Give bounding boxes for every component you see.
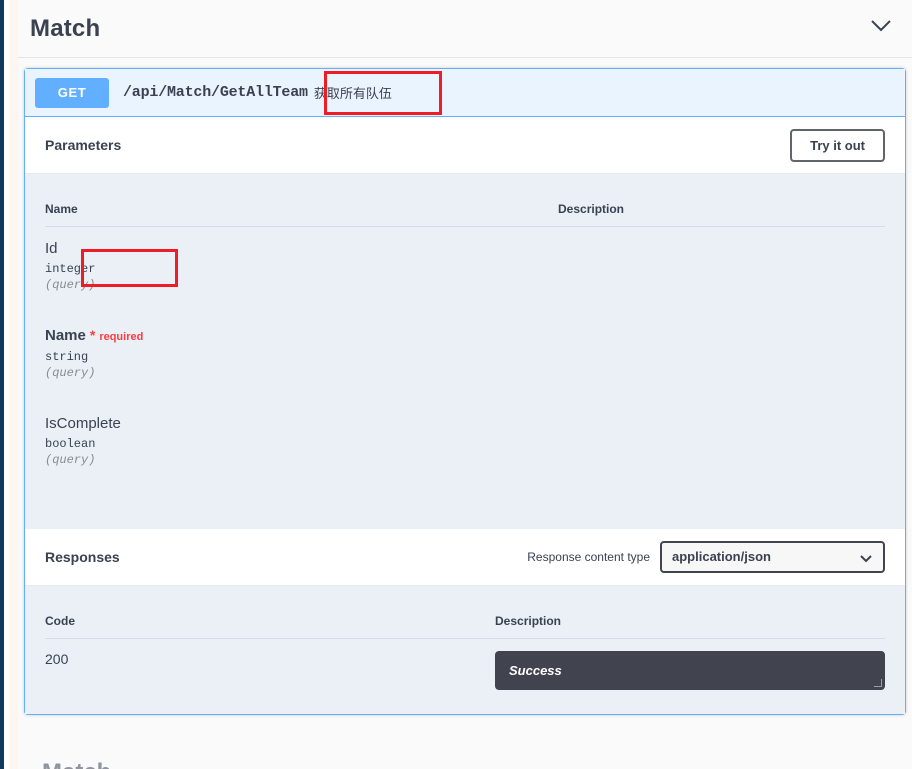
operation-block-get-getallteam: GET /api/Match/GetAllTeam 获取所有队伍 Paramet… [24,68,906,715]
table-row: IsComplete boolean (query) [45,402,885,467]
chevron-down-icon [870,19,892,38]
responses-column-code: Code [45,585,495,639]
parameter-name-cell-id: Id integer (query) [45,227,558,293]
parameter-location-name: (query) [45,365,96,380]
tag-collapse-button[interactable] [866,14,896,44]
parameters-column-name: Name [45,174,558,227]
operation-summary-text: 获取所有队伍 [313,86,392,101]
parameters-table-header-row: Name Description [45,174,885,227]
http-method-badge[interactable]: GET [35,77,109,108]
parameter-name-label: Name [45,327,86,345]
response-content-type-control: Response content type application/json [527,540,885,573]
parameter-location-id: (query) [45,278,96,293]
responses-table-header-row: Code Description [45,585,885,639]
parameter-type-name: string [45,349,89,364]
parameter-description-cell-id [558,227,885,293]
table-row: 200 Success [45,638,885,690]
operation-path: /api/Match/GetAllTeam [123,84,308,101]
response-content-type-select[interactable]: application/json [660,540,885,573]
parameter-description-cell-name [558,314,885,379]
swagger-ui-root: Match GET /api/Match/GetAllTeam 获取所有队伍 P… [18,0,912,769]
parameters-column-description: Description [558,174,885,227]
response-content-type-label: Response content type [527,549,650,564]
row-spacer [45,380,885,402]
response-description-cell: Success [495,638,885,690]
responses-title: Responses [45,548,120,565]
chevron-down-icon [859,551,873,569]
responses-table: Code Description 200 Success [45,585,885,690]
page-left-edge-cream [10,0,18,769]
parameter-location-iscomplete: (query) [45,452,96,467]
parameters-title: Parameters [45,137,122,153]
parameters-body: Name Description Id integer (query) Name… [25,174,905,529]
responses-body: Code Description 200 Success [25,585,905,714]
response-description-block: Success [495,650,885,690]
table-row: Name * required string (query) [45,314,885,379]
parameter-type-iscomplete: boolean [45,436,96,451]
parameters-table: Name Description Id integer (query) Name… [45,174,885,467]
next-tag-title-peek: Match [42,759,111,769]
tag-header[interactable]: Match [18,0,912,58]
required-asterisk: * [89,327,96,344]
responses-header: Responses Response content type applicat… [25,528,905,586]
parameter-name-name: Name * required [45,326,558,346]
parameter-name-iscomplete: IsComplete [45,414,121,432]
parameter-type-id: integer [45,262,96,277]
row-spacer [45,292,885,314]
parameter-description-cell-iscomplete [558,402,885,467]
required-label: required [99,331,144,344]
parameter-name-id: Id [45,240,58,257]
parameter-name-cell-name: Name * required string (query) [45,314,558,379]
try-it-out-button[interactable]: Try it out [790,128,885,162]
table-row: Id integer (query) [45,227,885,293]
parameters-header: Parameters Try it out [25,117,905,174]
parameter-name-cell-iscomplete: IsComplete boolean (query) [45,402,558,467]
response-content-type-value: application/json [672,549,771,565]
response-code-200: 200 [45,650,69,667]
parameters-bottom-spacer [45,467,885,529]
responses-column-description: Description [495,585,885,639]
tag-title: Match [30,14,101,42]
operation-summary-row[interactable]: GET /api/Match/GetAllTeam 获取所有队伍 [25,69,905,117]
